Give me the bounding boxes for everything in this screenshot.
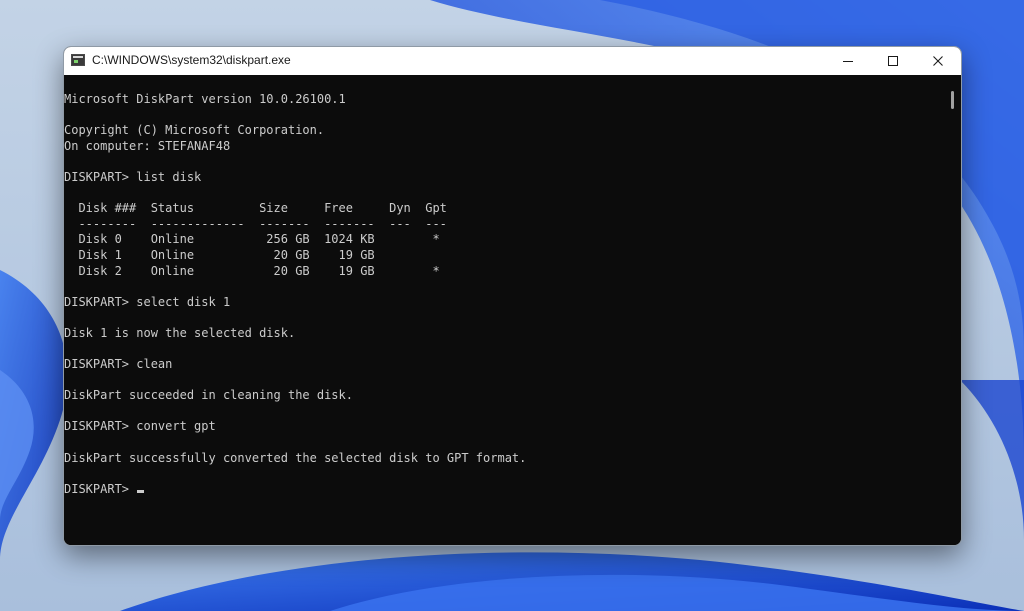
console-line: Disk 2 Online 20 GB 19 GB * [64,263,440,278]
console-line: Disk 0 Online 256 GB 1024 KB * [64,232,440,247]
console-line: -------- ------------- ------- ------- -… [64,216,447,231]
maximize-button[interactable] [870,47,915,75]
console-line: DISKPART> list disk [64,169,202,184]
console-line: On computer: STEFANAF48 [64,138,231,153]
vertical-scrollbar[interactable] [945,75,961,545]
console-line: DiskPart succeeded in cleaning the disk. [64,388,353,403]
console-line: Disk ### Status Size Free Dyn Gpt [64,201,447,216]
console-line: DISKPART> select disk 1 [64,294,231,309]
console-line: DiskPart successfully converted the sele… [64,450,527,465]
text-cursor [137,489,145,493]
close-icon [933,56,943,66]
diskpart-window[interactable]: C:\WINDOWS\system32\diskpart.exe Microso… [63,46,962,546]
console-line: Disk 1 is now the selected disk. [64,325,296,340]
console-app-icon [71,54,85,66]
console-output[interactable]: Microsoft DiskPart version 10.0.26100.1 … [64,75,945,545]
console-line: DISKPART> convert gpt [64,419,216,434]
title-bar[interactable]: C:\WINDOWS\system32\diskpart.exe [64,47,961,75]
minimize-button[interactable] [825,47,870,75]
window-title: C:\WINDOWS\system32\diskpart.exe [92,53,291,67]
maximize-icon [888,56,898,66]
console-line: Copyright (C) Microsoft Corporation. [64,123,325,138]
minimize-icon [843,61,853,62]
prompt-text: DISKPART> [64,481,137,496]
console-lines: Microsoft DiskPart version 10.0.26100.1 … [64,92,526,497]
scrollbar-thumb[interactable] [951,91,954,109]
console-line: Microsoft DiskPart version 10.0.26100.1 [64,92,346,106]
console-line: DISKPART> clean [64,357,173,372]
close-button[interactable] [915,47,960,75]
console-line: Disk 1 Online 20 GB 19 GB [64,247,375,262]
prompt-line[interactable]: DISKPART> [64,482,526,498]
